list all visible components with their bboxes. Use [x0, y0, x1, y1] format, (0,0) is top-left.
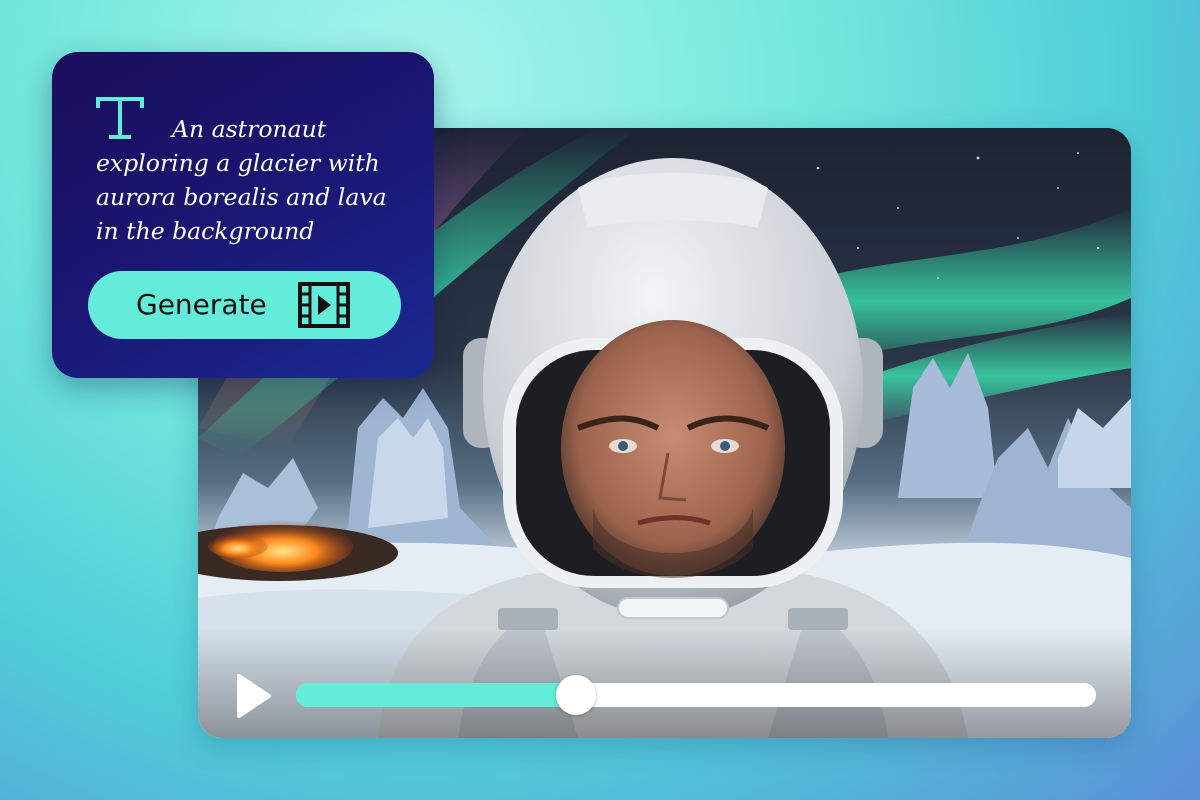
prompt-text: An astronaut exploring a glacier with au…	[96, 115, 387, 245]
progress-handle[interactable]	[556, 675, 596, 715]
film-strip-play-icon	[298, 282, 350, 328]
play-icon[interactable]	[234, 672, 274, 720]
progress-fill	[296, 683, 576, 707]
generate-label: Generate	[136, 288, 267, 321]
prompt-card: An astronaut exploring a glacier with au…	[52, 52, 434, 378]
progress-track[interactable]	[296, 675, 1096, 715]
generate-button[interactable]: Generate	[88, 271, 401, 339]
